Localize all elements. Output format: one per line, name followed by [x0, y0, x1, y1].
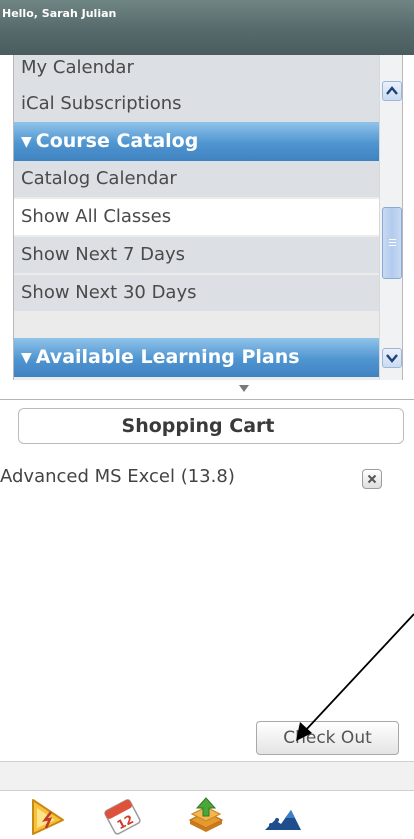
- scroll-thumb[interactable]: [382, 207, 402, 279]
- nav-item-label: Show Next 30 Days: [21, 282, 197, 303]
- panel-splitter[interactable]: [13, 380, 403, 399]
- chevron-up-icon: [386, 86, 398, 95]
- section-header-course-catalog[interactable]: ▼ Course Catalog: [14, 122, 379, 161]
- scroll-up-button[interactable]: [382, 81, 402, 101]
- scroll-down-button[interactable]: [382, 348, 402, 368]
- learning-plans-icon[interactable]: [261, 794, 305, 838]
- triangle-down-icon: [239, 385, 249, 392]
- nav-scrollbar[interactable]: [379, 55, 402, 380]
- alert-icon[interactable]: [25, 794, 69, 838]
- greeting-text: Hello, Sarah Julian: [2, 7, 117, 20]
- calendar-icon[interactable]: 12: [100, 794, 144, 838]
- nav-item-label: iCal Subscriptions: [21, 93, 182, 114]
- nav-item-catalog-calendar[interactable]: Catalog Calendar: [14, 161, 379, 197]
- section-header-label: Available Learning Plans: [35, 346, 300, 368]
- shopping-cart-title: Shopping Cart: [18, 408, 404, 444]
- section-header-label: Course Catalog: [35, 130, 199, 152]
- section-header-available-learning-plans[interactable]: ▼ Available Learning Plans: [14, 338, 379, 377]
- nav-item-label: My Calendar: [21, 57, 134, 78]
- shopping-cart-panel: Shopping Cart Advanced MS Excel (13.8) C…: [0, 399, 414, 761]
- nav-item-label: Catalog Calendar: [21, 168, 177, 189]
- nav-item-ical-subscriptions[interactable]: iCal Subscriptions: [14, 86, 379, 122]
- nav-item-my-calendar[interactable]: My Calendar: [14, 55, 379, 86]
- course-catalog-icon[interactable]: [184, 794, 228, 838]
- nav-item-show-next-30-days[interactable]: Show Next 30 Days: [14, 275, 379, 311]
- learning-portal-window: Hello, Sarah Julian My Calendar iCal Sub…: [0, 0, 414, 839]
- close-icon: [367, 474, 377, 484]
- grip-line: [389, 239, 396, 240]
- chevron-down-icon: [386, 354, 398, 363]
- check-out-button[interactable]: Check Out: [256, 721, 399, 755]
- remove-item-button[interactable]: [362, 469, 382, 489]
- nav-item-label: Show All Classes: [21, 206, 172, 227]
- header-bar: Hello, Sarah Julian: [0, 0, 414, 55]
- toolbar-divider: [0, 761, 414, 791]
- nav-item-show-all-classes[interactable]: Show All Classes: [14, 199, 379, 235]
- nav-item-label: Show Next 7 Days: [21, 244, 186, 265]
- cart-item-name: Advanced MS Excel (13.8): [0, 466, 235, 487]
- navigation-panel: My Calendar iCal Subscriptions ▼ Course C…: [13, 55, 403, 380]
- grip-line: [389, 242, 396, 243]
- collapse-arrow-icon: ▼: [21, 134, 32, 150]
- navigation-list: My Calendar iCal Subscriptions ▼ Course C…: [14, 55, 379, 380]
- nav-item-show-next-7-days[interactable]: Show Next 7 Days: [14, 237, 379, 273]
- bottom-toolbar: 12: [0, 791, 414, 839]
- grip-line: [389, 245, 396, 246]
- collapse-arrow-icon: ▼: [21, 350, 32, 366]
